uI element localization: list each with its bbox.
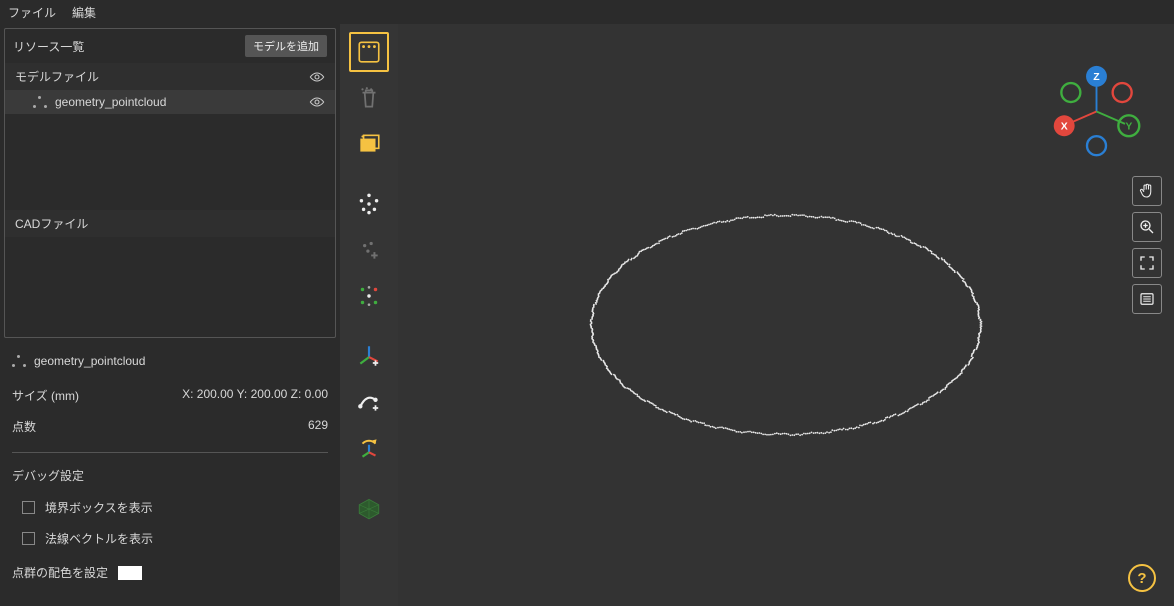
size-label: サイズ (mm) bbox=[12, 387, 79, 404]
size-value: X: 200.00 Y: 200.00 Z: 0.00 bbox=[182, 387, 328, 404]
divider bbox=[12, 452, 328, 453]
cad-files-section[interactable]: CADファイル bbox=[5, 210, 335, 237]
count-value: 629 bbox=[308, 418, 328, 435]
gizmo-y-label: Y bbox=[1125, 122, 1132, 133]
help-label: ? bbox=[1137, 570, 1146, 587]
info-count-row: 点数 629 bbox=[12, 411, 328, 442]
normals-checkbox-row[interactable]: 法線ベクトルを表示 bbox=[12, 523, 328, 554]
tool-add-layer-button[interactable] bbox=[349, 124, 389, 164]
resource-list-header: リソース一覧 モデルを追加 bbox=[5, 29, 335, 63]
model-item-row[interactable]: geometry_pointcloud bbox=[5, 90, 335, 114]
list-button[interactable] bbox=[1132, 284, 1162, 314]
tool-rotate-axis-button[interactable] bbox=[349, 428, 389, 468]
model-files-label: モデルファイル bbox=[15, 68, 99, 85]
normals-label: 法線ベクトルを表示 bbox=[45, 530, 153, 547]
tool-strip bbox=[340, 24, 398, 606]
add-model-button[interactable]: モデルを追加 bbox=[245, 35, 327, 57]
main-area: リソース一覧 モデルを追加 モデルファイル geometry_pointclou… bbox=[0, 24, 1174, 606]
gizmo-z-label: Z bbox=[1093, 72, 1100, 83]
debug-title: デバッグ設定 bbox=[12, 463, 328, 492]
menu-file[interactable]: ファイル bbox=[8, 4, 56, 21]
visibility-icon[interactable] bbox=[309, 96, 325, 108]
zoom-button[interactable] bbox=[1132, 212, 1162, 242]
help-button[interactable]: ? bbox=[1128, 564, 1156, 592]
color-label: 点群の配色を設定 bbox=[12, 564, 108, 581]
info-size-row: サイズ (mm) X: 200.00 Y: 200.00 Z: 0.00 bbox=[12, 380, 328, 411]
axis-gizmo[interactable]: Z X Y bbox=[1049, 64, 1144, 159]
pan-button[interactable] bbox=[1132, 176, 1162, 206]
tool-mesh-button[interactable] bbox=[349, 488, 389, 528]
tool-scatter-button[interactable] bbox=[349, 184, 389, 224]
model-list-empty bbox=[5, 114, 335, 210]
visibility-icon[interactable] bbox=[309, 71, 325, 83]
model-item-name: geometry_pointcloud bbox=[55, 95, 166, 109]
color-setting-row[interactable]: 点群の配色を設定 bbox=[12, 554, 328, 581]
viewport-3d[interactable]: Z X Y ? bbox=[398, 24, 1174, 606]
tool-points-button[interactable] bbox=[349, 32, 389, 72]
bbox-label: 境界ボックスを表示 bbox=[45, 499, 153, 516]
info-panel: geometry_pointcloud サイズ (mm) X: 200.00 Y… bbox=[0, 342, 340, 589]
resource-list-title: リソース一覧 bbox=[13, 38, 84, 55]
menu-edit[interactable]: 編集 bbox=[72, 4, 96, 21]
viewport-tools bbox=[1132, 176, 1162, 314]
pointcloud-icon bbox=[33, 96, 47, 108]
tool-add-path-button[interactable] bbox=[349, 382, 389, 422]
fit-view-button[interactable] bbox=[1132, 248, 1162, 278]
info-title-row: geometry_pointcloud bbox=[12, 350, 328, 380]
checkbox-icon[interactable] bbox=[22, 532, 35, 545]
color-swatch[interactable] bbox=[118, 566, 142, 580]
bbox-checkbox-row[interactable]: 境界ボックスを表示 bbox=[12, 492, 328, 523]
model-files-section[interactable]: モデルファイル bbox=[5, 63, 335, 90]
checkbox-icon[interactable] bbox=[22, 501, 35, 514]
tool-add-axis-button[interactable] bbox=[349, 336, 389, 376]
info-title: geometry_pointcloud bbox=[34, 354, 145, 368]
left-panel: リソース一覧 モデルを追加 モデルファイル geometry_pointclou… bbox=[0, 24, 340, 606]
resource-list-panel: リソース一覧 モデルを追加 モデルファイル geometry_pointclou… bbox=[4, 28, 336, 338]
menubar: ファイル 編集 bbox=[0, 0, 1174, 24]
tool-color-points-button[interactable] bbox=[349, 276, 389, 316]
tool-delete-button[interactable] bbox=[349, 78, 389, 118]
gizmo-x-label: X bbox=[1061, 122, 1068, 133]
cad-files-label: CADファイル bbox=[15, 215, 88, 232]
cad-list-empty bbox=[5, 237, 335, 337]
pointcloud-icon bbox=[12, 355, 26, 367]
count-label: 点数 bbox=[12, 418, 36, 435]
tool-add-point-button[interactable] bbox=[349, 230, 389, 270]
